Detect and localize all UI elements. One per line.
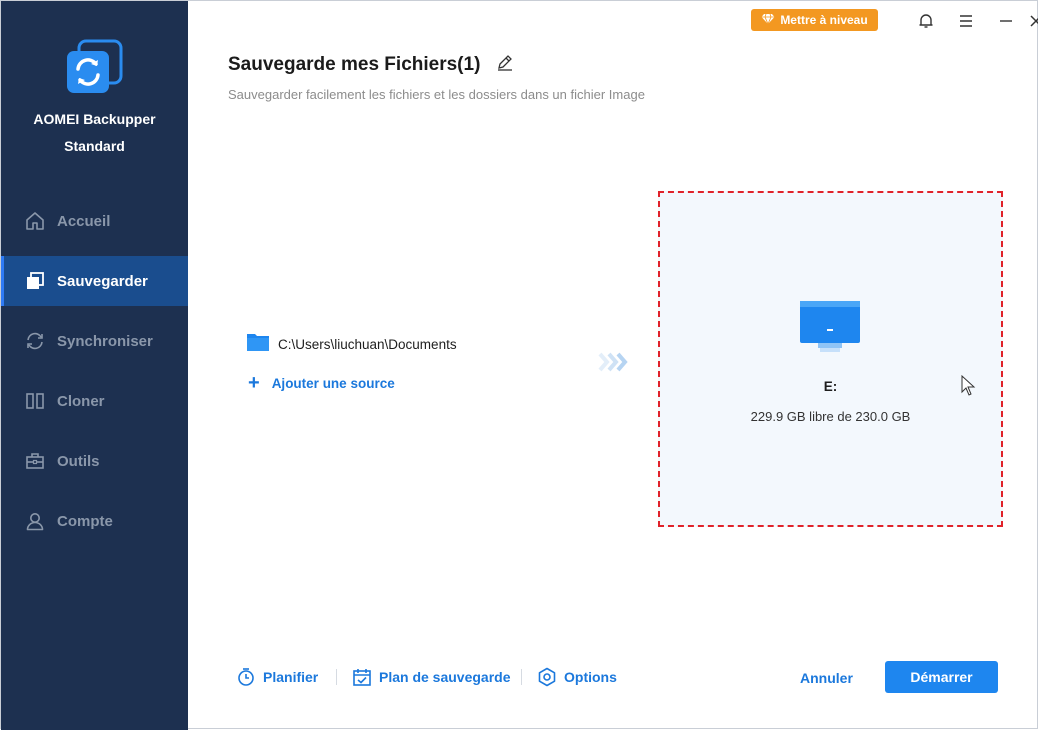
source-item[interactable]: C:\Users\liuchuan\Documents: [246, 331, 457, 358]
title-bar: Mettre à niveau: [719, 1, 1038, 41]
menu-icon[interactable]: [955, 10, 977, 32]
options-label: Options: [564, 669, 617, 685]
add-source-button[interactable]: + Ajouter une source: [248, 373, 395, 393]
plus-icon: +: [248, 372, 260, 394]
mouse-cursor-icon: [961, 374, 977, 397]
minimize-icon[interactable]: [995, 10, 1017, 32]
sidebar-item-label: Cloner: [57, 392, 105, 410]
alarm-clock-icon: [235, 666, 257, 688]
page-subtitle: Sauvegarder facilement les fichiers et l…: [228, 87, 645, 102]
divider: [521, 669, 522, 685]
sidebar-item-compte[interactable]: Compte: [1, 496, 188, 546]
sidebar-item-label: Compte: [57, 512, 113, 530]
sidebar-item-label: Accueil: [57, 212, 111, 230]
direction-arrows-icon: [598, 351, 634, 373]
options-button[interactable]: Options: [536, 666, 617, 688]
source-path: C:\Users\liuchuan\Documents: [278, 337, 457, 352]
destination-drive-box[interactable]: E: 229.9 GB libre de 230.0 GB: [658, 191, 1003, 527]
sidebar-item-sauvegarder[interactable]: Sauvegarder: [1, 256, 188, 306]
backup-scheme-label: Plan de sauvegarde: [379, 669, 511, 685]
clone-icon: [24, 390, 46, 412]
destination-drive-letter: E:: [823, 379, 838, 394]
monitor-icon: [798, 299, 862, 355]
bottom-bar: Planifier Plan de sauvegarde Options Ann…: [188, 656, 1038, 700]
sidebar-item-label: Sauvegarder: [57, 272, 148, 290]
calendar-icon: [351, 666, 373, 688]
app-edition: Standard: [64, 138, 125, 154]
toolbox-icon: [24, 450, 46, 472]
app-window: AOMEI Backupper Standard Accueil Sauvega…: [0, 0, 1038, 730]
user-icon: [24, 510, 46, 532]
schedule-label: Planifier: [263, 669, 319, 685]
sidebar-item-synchroniser[interactable]: Synchroniser: [1, 316, 188, 366]
sidebar-item-cloner[interactable]: Cloner: [1, 376, 188, 426]
sidebar-item-label: Synchroniser: [57, 332, 153, 350]
sidebar-item-accueil[interactable]: Accueil: [1, 196, 188, 246]
backup-scheme-button[interactable]: Plan de sauvegarde: [351, 666, 511, 688]
add-source-label: Ajouter une source: [271, 375, 395, 391]
page-title: Sauvegarde mes Fichiers(1): [228, 54, 481, 75]
folder-icon: [246, 331, 270, 358]
diamond-icon: [761, 13, 775, 28]
destination-free-space: 229.9 GB libre de 230.0 GB: [750, 409, 911, 424]
start-button[interactable]: Démarrer: [885, 661, 998, 693]
aomei-logo-icon: [63, 39, 125, 101]
main-panel: Mettre à niveau Sauvegarde mes Fichiers(…: [188, 1, 1038, 730]
home-icon: [24, 210, 46, 232]
upgrade-button[interactable]: Mettre à niveau: [751, 9, 878, 31]
sync-icon: [24, 330, 46, 352]
notification-bell-icon[interactable]: [915, 10, 937, 32]
sidebar: AOMEI Backupper Standard Accueil Sauvega…: [1, 1, 188, 730]
upgrade-label: Mettre à niveau: [780, 13, 868, 27]
gear-icon: [536, 666, 558, 688]
divider: [336, 669, 337, 685]
app-name: AOMEI Backupper: [33, 111, 156, 127]
backup-icon: [24, 270, 46, 292]
cancel-button[interactable]: Annuler: [800, 670, 853, 686]
edit-pencil-icon[interactable]: [496, 54, 514, 72]
sidebar-item-label: Outils: [57, 452, 100, 470]
close-icon[interactable]: [1025, 10, 1038, 32]
schedule-button[interactable]: Planifier: [235, 666, 318, 688]
sidebar-item-outils[interactable]: Outils: [1, 436, 188, 486]
